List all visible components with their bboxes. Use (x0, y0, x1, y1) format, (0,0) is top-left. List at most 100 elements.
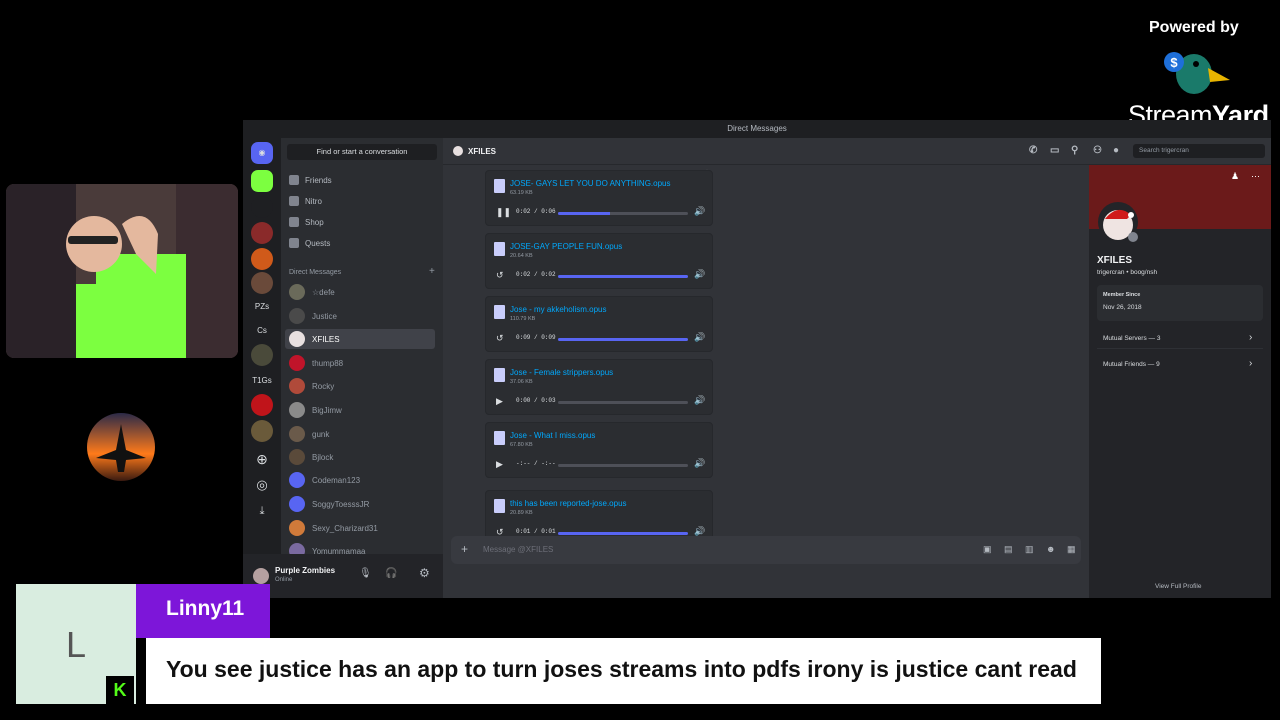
replay-icon[interactable]: ↺ (496, 270, 504, 281)
volume-icon[interactable]: 🔊 (694, 458, 705, 469)
dm-item[interactable]: thump88 (285, 353, 435, 373)
pause-icon[interactable]: ❚❚ (496, 207, 511, 218)
progress-fill (558, 338, 688, 341)
more-options-icon[interactable]: ⋯ (1251, 171, 1260, 182)
play-icon[interactable]: ▶ (496, 459, 503, 470)
dm-item[interactable]: ☆defe (285, 282, 435, 302)
attachment-size: 20.89 KB (510, 510, 533, 516)
user-icon[interactable]: ♟ (1231, 171, 1239, 182)
nav-shop[interactable]: Shop (289, 217, 324, 227)
gif-icon[interactable]: ▤ (1004, 544, 1013, 555)
dm-item-active[interactable]: XFILES (285, 329, 435, 349)
chevron-right-icon: › (1249, 332, 1253, 343)
progress-slider[interactable] (558, 275, 688, 278)
discord-home-icon[interactable]: ◉ (251, 142, 273, 164)
dm-item[interactable]: Justice (285, 306, 435, 326)
progress-slider[interactable] (558, 338, 688, 341)
create-dm-icon[interactable]: + (429, 266, 435, 277)
user-panel: Purple Zombies Online 🎙 🎧 ⚙ (243, 554, 443, 598)
nav-friends[interactable]: Friends (289, 175, 332, 185)
chat-header: XFILES ✆ ▭ ⚲ ⚇ ● Search trigercran (443, 138, 1271, 165)
attachment-name[interactable]: JOSE-GAY PEOPLE FUN.opus (510, 242, 622, 251)
avatar (289, 496, 305, 512)
attachment-name[interactable]: Jose - What I miss.opus (510, 431, 595, 440)
progress-slider[interactable] (558, 212, 688, 215)
dm-item[interactable]: Bjlock (285, 447, 435, 467)
message-input-placeholder[interactable]: Message @XFILES (483, 545, 553, 554)
replay-icon[interactable]: ↺ (496, 333, 504, 344)
dm-item[interactable]: SoggyToesssJR (285, 494, 435, 514)
dm-item[interactable]: gunk (285, 424, 435, 444)
add-friends-icon[interactable]: ⚇ (1093, 145, 1102, 156)
dm-item[interactable]: Sexy_Charizard31 (285, 518, 435, 538)
avatar[interactable] (253, 568, 269, 584)
volume-icon[interactable]: 🔊 (694, 206, 705, 217)
nitro-icon (289, 196, 299, 206)
attachment-name[interactable]: JOSE- GAYS LET YOU DO ANYTHING.opus (510, 179, 671, 188)
profile-panel: ♟ ⋯ XFILES trigercran • boog/nsh Member … (1089, 165, 1271, 598)
server-icon[interactable] (251, 248, 273, 270)
discord-window: Direct Messages ◉ PZs Cs T1Gs ⊕ ◎ ⤓ Find… (243, 120, 1271, 598)
avatar (289, 355, 305, 371)
progress-slider[interactable] (558, 464, 688, 467)
server-icon[interactable] (251, 196, 273, 218)
server-icon[interactable] (251, 420, 273, 442)
dm-item[interactable]: Rocky (285, 376, 435, 396)
server-icon[interactable] (251, 344, 273, 366)
audio-attachment: JOSE-GAY PEOPLE FUN.opus 20.64 KB ↺ 0:02… (485, 233, 713, 289)
server-icon-cs[interactable]: Cs (251, 320, 273, 342)
mutual-servers-row[interactable]: Mutual Servers — 3 › (1097, 329, 1263, 349)
shop-icon (289, 217, 299, 227)
nav-quests[interactable]: Quests (289, 238, 330, 248)
phone-call-icon[interactable]: ✆ (1029, 145, 1037, 156)
progress-slider[interactable] (558, 532, 688, 535)
play-icon[interactable]: ▶ (496, 396, 503, 407)
volume-icon[interactable]: 🔊 (694, 332, 705, 343)
guest-tile (6, 368, 238, 532)
avatar (289, 449, 305, 465)
search-input[interactable]: Search trigercran (1133, 144, 1265, 158)
apps-icon[interactable]: ▦ (1067, 544, 1076, 555)
attachment-size: 110.79 KB (510, 316, 536, 322)
nav-nitro[interactable]: Nitro (289, 196, 322, 206)
server-icon[interactable] (251, 272, 273, 294)
dm-item[interactable]: BigJimw (285, 400, 435, 420)
playback-time: 0:09 / 0:09 (516, 334, 556, 341)
emoji-icon[interactable]: ☻ (1046, 544, 1055, 554)
message-composer[interactable]: + Message @XFILES ▣ ▤ ▥ ☻ ▦ (451, 536, 1081, 564)
server-icon-t1gs[interactable]: T1Gs (251, 370, 273, 392)
server-icon-pzs[interactable]: PZs (251, 296, 273, 318)
headphones-icon[interactable]: 🎧 (385, 568, 397, 579)
progress-slider[interactable] (558, 401, 688, 404)
attachment-name[interactable]: Jose - Female strippers.opus (510, 368, 613, 377)
avatar (289, 402, 305, 418)
server-icon[interactable] (251, 394, 273, 416)
server-icon[interactable] (251, 222, 273, 244)
user-profile-icon[interactable]: ● (1113, 145, 1119, 156)
microphone-icon[interactable]: 🎙 (359, 568, 372, 579)
server-icon[interactable] (251, 170, 273, 192)
add-server-icon[interactable]: ⊕ (251, 448, 273, 470)
playback-time: 0:02 / 0:02 (516, 271, 556, 278)
add-attachment-icon[interactable]: + (461, 542, 468, 556)
find-conversation-input[interactable]: Find or start a conversation (287, 144, 437, 160)
pin-icon[interactable]: ⚲ (1071, 145, 1078, 156)
dm-item[interactable]: Codeman123 (285, 470, 435, 490)
volume-icon[interactable]: 🔊 (694, 395, 705, 406)
volume-icon[interactable]: 🔊 (694, 269, 705, 280)
sticker-icon[interactable]: ▥ (1025, 544, 1034, 555)
mutual-friends-row[interactable]: Mutual Friends — 9 › (1097, 355, 1263, 375)
view-full-profile-link[interactable]: View Full Profile (1155, 583, 1201, 590)
playback-time: 0:02 / 0:06 (516, 208, 556, 215)
explore-icon[interactable]: ◎ (251, 474, 273, 496)
channel-name: XFILES (468, 147, 497, 156)
download-icon[interactable]: ⤓ (251, 500, 273, 522)
avatar (289, 426, 305, 442)
attachment-name[interactable]: this has been reported-jose.opus (510, 499, 627, 508)
playback-time: 0:00 / 0:03 (516, 397, 556, 404)
attachment-size: 20.64 KB (510, 253, 533, 259)
video-call-icon[interactable]: ▭ (1050, 145, 1059, 156)
settings-gear-icon[interactable]: ⚙ (419, 566, 430, 580)
attachment-name[interactable]: Jose - my akkeholism.opus (510, 305, 606, 314)
gift-icon[interactable]: ▣ (983, 544, 992, 555)
